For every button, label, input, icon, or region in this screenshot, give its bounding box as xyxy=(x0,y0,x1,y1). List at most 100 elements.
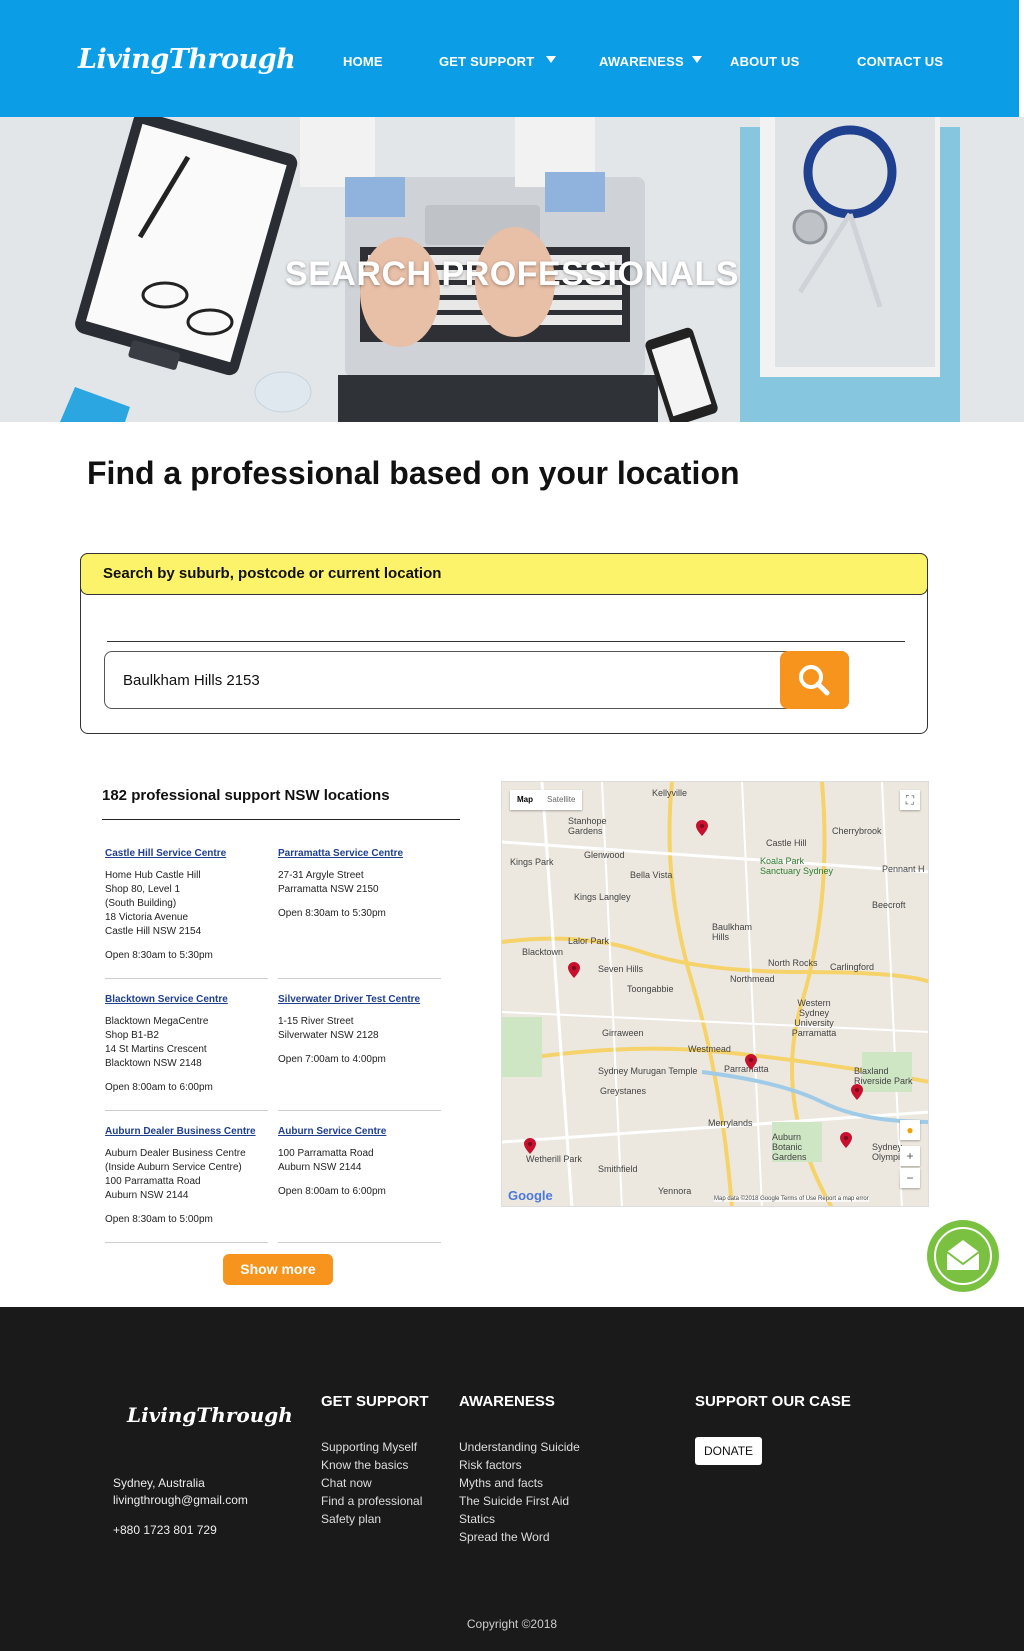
search-label-bar: Search by suburb, postcode or current lo… xyxy=(80,553,928,595)
location-address-line: 100 Parramatta Road xyxy=(278,1148,374,1159)
map-place-label: Cherrybrook xyxy=(832,826,882,836)
location-address-line: Blacktown MegaCentre xyxy=(105,1016,209,1027)
search-label: Search by suburb, postcode or current lo… xyxy=(103,565,442,582)
location-address-line: Auburn NSW 2144 xyxy=(105,1190,189,1201)
location-address-line: 1-15 River Street xyxy=(278,1016,354,1027)
fullscreen-icon[interactable]: ⛶ xyxy=(900,790,920,810)
map-pin-icon[interactable] xyxy=(840,1132,852,1148)
footer-heading-get-support: GET SUPPORT xyxy=(321,1393,429,1410)
nav-get-support[interactable]: GET SUPPORT xyxy=(439,54,534,69)
zoom-out-button[interactable]: − xyxy=(900,1168,920,1188)
location-name-link[interactable]: Auburn Service Centre xyxy=(278,1125,441,1139)
map-pin-icon[interactable] xyxy=(524,1138,536,1154)
map-type-satellite[interactable]: Satellite xyxy=(540,790,582,810)
footer-logo[interactable]: LivingThrough xyxy=(127,1403,293,1427)
footer-link[interactable]: Supporting Myself xyxy=(321,1440,417,1454)
map-place-label: Yennora xyxy=(658,1186,692,1196)
map-pin-icon[interactable] xyxy=(696,820,708,836)
location-hours: Open 8:30am to 5:30pm xyxy=(278,908,386,919)
location-hours: Open 8:00am to 6:00pm xyxy=(105,1082,213,1093)
map-place-label: Bella Vista xyxy=(630,870,673,880)
map-place-label: Seven Hills xyxy=(598,964,644,974)
location-hours: Open 8:30am to 5:00pm xyxy=(105,1214,213,1225)
footer-link[interactable]: Statics xyxy=(459,1512,495,1526)
footer-link[interactable]: Find a professional xyxy=(321,1494,422,1508)
footer-link[interactable]: Myths and facts xyxy=(459,1476,543,1490)
search-divider xyxy=(107,641,905,642)
location-address-line: 100 Parramatta Road xyxy=(105,1176,201,1187)
location-divider xyxy=(105,978,268,979)
location-name-link[interactable]: Silverwater Driver Test Centre xyxy=(278,993,441,1007)
page-heading: Find a professional based on your locati… xyxy=(87,455,740,491)
footer-link[interactable]: Risk factors xyxy=(459,1458,522,1472)
location-divider xyxy=(278,1242,441,1243)
map-attribution[interactable]: Map data ©2018 Google Terms of Use Repor… xyxy=(714,1196,869,1202)
footer-link[interactable]: Know the basics xyxy=(321,1458,408,1472)
map-pin-icon[interactable] xyxy=(851,1084,863,1100)
map-pin-icon[interactable] xyxy=(568,962,580,978)
nav-contact-us[interactable]: CONTACT US xyxy=(857,54,943,69)
nav-about-us[interactable]: ABOUT US xyxy=(730,54,800,69)
location-name-link[interactable]: Auburn Dealer Business Centre xyxy=(105,1125,268,1139)
hero-banner: SEARCH PROFESSIONALS xyxy=(0,117,1024,422)
location-card: Blacktown Service Centre Blacktown MegaC… xyxy=(105,993,268,1095)
location-card: Castle Hill Service Centre Home Hub Cast… xyxy=(105,847,268,963)
nav-awareness[interactable]: AWARENESS xyxy=(599,54,684,69)
footer-link[interactable]: Chat now xyxy=(321,1476,372,1490)
location-address-line: (Inside Auburn Service Centre) xyxy=(105,1162,242,1173)
footer-link[interactable]: Spread the Word xyxy=(459,1530,550,1544)
map-place-label: Castle Hill xyxy=(766,838,807,848)
location-address-line: Blacktown NSW 2148 xyxy=(105,1058,202,1069)
zoom-in-button[interactable]: + xyxy=(900,1146,920,1166)
contact-fab-button[interactable] xyxy=(927,1220,999,1292)
get-support-dropdown-icon[interactable] xyxy=(546,56,556,63)
envelope-icon xyxy=(934,1227,992,1285)
footer-heading-support-case: SUPPORT OUR CASE xyxy=(695,1393,851,1410)
map-type-map[interactable]: Map xyxy=(510,790,540,810)
footer-email[interactable]: livingthrough@gmail.com xyxy=(113,1493,248,1507)
street-view-icon[interactable]: ● xyxy=(900,1120,920,1140)
nav-home[interactable]: HOME xyxy=(343,54,383,69)
location-card: Parramatta Service Centre 27-31 Argyle S… xyxy=(278,847,441,921)
location-address-line: Home Hub Castle Hill xyxy=(105,870,201,881)
locations-map[interactable]: Map Satellite ⛶ Kellyville Stanhope Gard… xyxy=(501,781,929,1207)
search-button[interactable] xyxy=(780,651,849,709)
map-place-label: Kellyville xyxy=(652,788,688,798)
footer-link[interactable]: The Suicide First Aid xyxy=(459,1494,569,1508)
location-address-line: Castle Hill NSW 2154 xyxy=(105,926,202,937)
location-name-link[interactable]: Castle Hill Service Centre xyxy=(105,847,268,861)
location-name-link[interactable]: Parramatta Service Centre xyxy=(278,847,441,861)
location-address-line: Auburn NSW 2144 xyxy=(278,1162,362,1173)
map-place-label: Wetherill Park xyxy=(526,1154,582,1164)
google-logo: Google xyxy=(508,1188,553,1203)
map-type-toggle: Map Satellite xyxy=(510,790,583,810)
location-address-line: Shop B1-B2 xyxy=(105,1030,159,1041)
show-more-button[interactable]: Show more xyxy=(223,1254,333,1285)
footer-link[interactable]: Safety plan xyxy=(321,1512,381,1526)
location-divider xyxy=(278,1110,441,1111)
map-place-label: Greystanes xyxy=(600,1086,647,1096)
search-input[interactable] xyxy=(104,651,849,709)
location-address-line: Parramatta NSW 2150 xyxy=(278,884,379,895)
location-address-line: 27-31 Argyle Street xyxy=(278,870,364,881)
footer-heading-awareness: AWARENESS xyxy=(459,1393,555,1410)
location-divider xyxy=(105,1242,268,1243)
map-place-label: Pennant H xyxy=(882,864,925,874)
map-place-label: Kings Park xyxy=(510,857,554,867)
awareness-dropdown-icon[interactable] xyxy=(692,56,702,63)
footer-link[interactable]: Understanding Suicide xyxy=(459,1440,580,1454)
site-header: LivingThrough HOME GET SUPPORT AWARENESS… xyxy=(0,0,1019,117)
location-address-line: (South Building) xyxy=(105,898,177,909)
map-place-label: Lalor Park xyxy=(568,936,610,946)
location-card: Auburn Dealer Business Centre Auburn Dea… xyxy=(105,1125,268,1227)
map-place-label: Baulkham Hills xyxy=(712,922,753,942)
map-pin-icon[interactable] xyxy=(745,1054,757,1070)
map-place-label: Western Sydney University Parramatta xyxy=(791,998,837,1038)
copyright: Copyright ©2018 xyxy=(466,1617,558,1631)
location-hours: Open 8:30am to 5:30pm xyxy=(105,950,213,961)
location-name-link[interactable]: Blacktown Service Centre xyxy=(105,993,268,1007)
map-place-label: Kings Langley xyxy=(574,892,631,902)
donate-button[interactable]: DONATE xyxy=(695,1437,762,1465)
location-address-line: 18 Victoria Avenue xyxy=(105,912,189,923)
results-count: 182 professional support NSW locations xyxy=(102,787,390,804)
